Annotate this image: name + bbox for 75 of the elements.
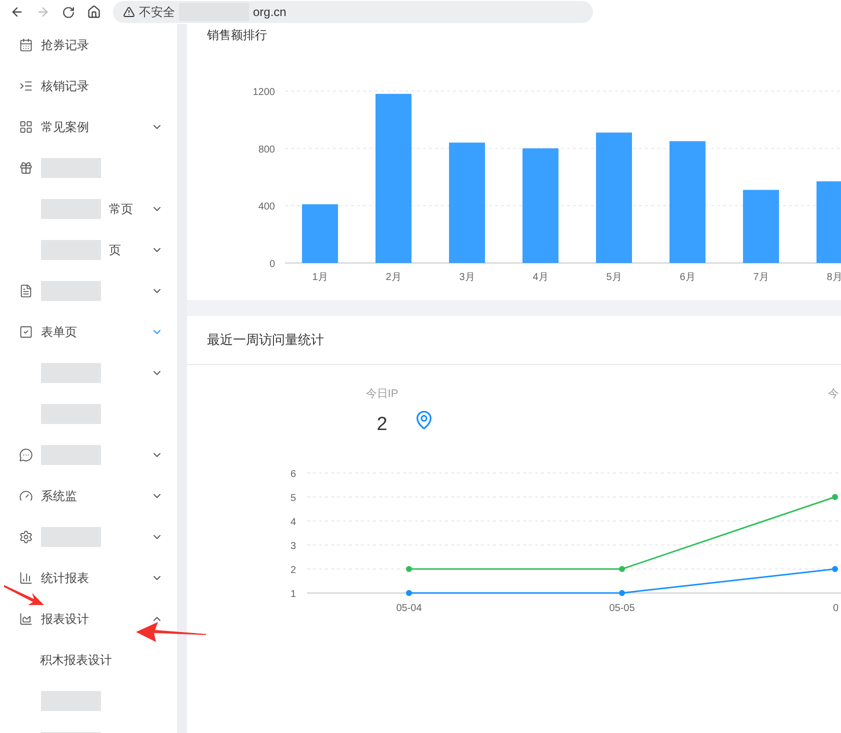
area-chart-icon: [19, 612, 33, 626]
axis-tick-label: 8月: [826, 272, 841, 283]
arrow-drawing: [136, 622, 206, 644]
axis-tick-label: 1月: [312, 272, 328, 283]
security-label: 不安全: [139, 4, 175, 21]
sidebar-item[interactable]: 页: [0, 229, 177, 270]
sidebar-item[interactable]: 核销记录: [0, 65, 177, 106]
axis-tick-label: 05-05: [609, 603, 635, 614]
submenu-item[interactable]: 积木报表设计: [0, 639, 177, 680]
data-point: [832, 494, 838, 500]
data-point: [406, 590, 412, 596]
axis-tick-label: 800: [258, 144, 275, 156]
sidebar-item[interactable]: 表单页: [0, 311, 177, 352]
stat-label: 今日IP: [366, 387, 398, 402]
sidebar-item[interactable]: 报表设计: [0, 598, 177, 639]
data-point: [619, 566, 625, 572]
data-point: [406, 566, 412, 572]
axis-tick-label: 5: [290, 493, 296, 504]
menu-label: 统计报表: [41, 570, 89, 586]
settings-icon: [19, 530, 33, 544]
map-pin-icon: [414, 410, 434, 430]
menu-label: 表单页: [41, 324, 77, 340]
menu-label: 抢券记录: [41, 36, 89, 54]
menu-label: 报表设计: [41, 610, 89, 628]
sidebar-item[interactable]: 统计报表: [0, 557, 177, 598]
menu-label: 常页: [109, 200, 133, 218]
address-bar[interactable]: 不安全 org.cn: [113, 1, 593, 23]
card-title: 销售额排行: [207, 27, 268, 44]
bar-chart-icon: [19, 570, 33, 584]
axis-tick-label: 400: [258, 202, 275, 213]
axis-tick-label: 7月: [753, 272, 769, 283]
axis-tick-label: 5月: [606, 272, 622, 283]
redaction-block: [41, 690, 101, 710]
menu-label: 常见案例: [41, 118, 89, 136]
gauge-icon: [19, 488, 33, 502]
sidebar-item[interactable]: 抢券记录: [0, 24, 177, 65]
axis-tick-label: 3月: [459, 272, 475, 283]
document-icon: [19, 284, 33, 298]
gift-icon: [19, 160, 33, 174]
grid-icon: [19, 120, 33, 134]
chat-icon: [19, 448, 33, 462]
axis-tick-label: 0: [833, 603, 839, 614]
checkbox-icon: [19, 324, 33, 338]
axis-tick-label: 4: [290, 517, 296, 528]
menu-label: 系统监: [41, 488, 77, 504]
axis-tick-label: 1200: [252, 87, 275, 98]
reload-icon[interactable]: [62, 6, 75, 18]
axis-tick-label: 2月: [386, 272, 402, 283]
redaction-block: [41, 158, 101, 178]
menu-label: 核销记录: [41, 78, 89, 94]
sidebar-item[interactable]: 常见案例: [0, 106, 177, 147]
home-icon[interactable]: [87, 5, 101, 19]
axis-tick-label: 6: [290, 469, 296, 480]
axis-tick-label: 4月: [532, 272, 548, 283]
list-icon: [19, 78, 33, 92]
axis-tick-label: 2: [290, 565, 296, 576]
url-text: org.cn: [253, 4, 286, 21]
stat-label: 今: [828, 387, 839, 402]
calendar-icon: [19, 38, 33, 52]
axis-tick-label: 05-04: [396, 603, 422, 614]
axis-tick-label: 3: [290, 541, 296, 552]
sidebar-item[interactable]: 系统监: [0, 475, 177, 516]
bar: [302, 204, 338, 263]
back-icon[interactable]: [10, 5, 24, 19]
card-title: 最近一周访问量统计: [207, 331, 324, 350]
stat-value: 2: [376, 412, 388, 436]
data-point: [832, 566, 838, 572]
redaction-block: [41, 404, 101, 424]
menu-label: 页: [109, 242, 121, 258]
data-point: [619, 590, 625, 596]
warning-icon: [123, 6, 135, 18]
axis-tick-label: 6月: [680, 272, 696, 283]
sidebar-item[interactable]: 常页: [0, 188, 177, 229]
axis-tick-label: 1: [290, 589, 296, 600]
axis-tick-label: 0: [269, 259, 275, 270]
